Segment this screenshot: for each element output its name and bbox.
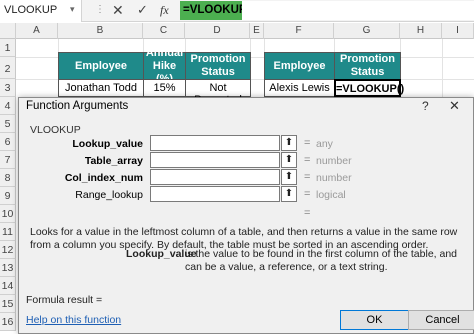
- column-header-c[interactable]: C: [143, 23, 185, 39]
- lookup-value-input[interactable]: [150, 135, 280, 151]
- table-array-input[interactable]: [150, 152, 280, 168]
- table-header-promotion-status-2[interactable]: Promotion Status: [334, 52, 401, 80]
- cancel-button[interactable]: Cancel: [408, 310, 474, 330]
- active-cell[interactable]: =VLOOKUP(): [334, 79, 404, 97]
- row-header-13[interactable]: 13: [0, 259, 16, 277]
- row-header-12[interactable]: 12: [0, 241, 16, 259]
- dialog-title: Function Arguments: [26, 100, 129, 112]
- row-header-10[interactable]: 10: [0, 205, 16, 223]
- row-header-4[interactable]: 4: [0, 97, 16, 115]
- arg-label-lookup-value: Lookup_value: [72, 138, 143, 150]
- column-header-b[interactable]: B: [58, 23, 143, 39]
- table-cell[interactable]: Jonathan Todd: [58, 79, 144, 97]
- equals-sign: =: [304, 188, 311, 200]
- arg-result: any: [316, 138, 333, 150]
- table-header-employee-2[interactable]: Employee: [264, 52, 335, 80]
- row-header-14[interactable]: 14: [0, 277, 16, 295]
- column-header-a[interactable]: A: [16, 23, 58, 39]
- range-lookup-input[interactable]: [150, 186, 280, 202]
- equals-sign: =: [304, 154, 311, 166]
- cancel-formula-button[interactable]: ✕: [112, 2, 124, 19]
- separator-dots-icon: ⋮: [95, 4, 105, 15]
- table-header-annual-hike[interactable]: Annual Hike (%): [143, 47, 186, 85]
- arg-result: logical: [316, 189, 346, 201]
- row-header-1[interactable]: 1: [0, 39, 16, 57]
- row-header-8[interactable]: 8: [0, 169, 16, 187]
- help-link[interactable]: Help on this function: [26, 314, 121, 326]
- column-header-e[interactable]: E: [250, 23, 264, 39]
- formula-input-area[interactable]: [242, 1, 474, 20]
- equals-sign: =: [304, 137, 311, 149]
- table-header-promotion-status[interactable]: Promotion Status: [185, 52, 251, 80]
- insert-function-button[interactable]: fx: [160, 3, 169, 18]
- arg-label-col-index-num: Col_index_num: [64, 172, 143, 184]
- formula-result: Formula result =: [26, 294, 103, 306]
- close-icon[interactable]: ✕: [449, 98, 460, 114]
- table-cell[interactable]: Alexis Lewis: [264, 79, 335, 97]
- enter-formula-button[interactable]: ✓: [137, 2, 148, 18]
- collapse-dialog-icon[interactable]: ⬆: [281, 169, 297, 185]
- row-header-3[interactable]: 3: [0, 79, 16, 97]
- row-header-5[interactable]: 5: [0, 115, 16, 133]
- formula-input[interactable]: =VLOOKUP(): [180, 1, 254, 20]
- column-header-g[interactable]: G: [334, 23, 400, 39]
- table-cell[interactable]: Not Promoted: [185, 79, 251, 106]
- row-header-7[interactable]: 7: [0, 151, 16, 169]
- arg-label-table-array: Table_array: [84, 155, 143, 167]
- function-name-label: VLOOKUP: [30, 124, 81, 136]
- column-header-f[interactable]: F: [264, 23, 334, 39]
- arg-description: is the value to be found in the first co…: [185, 248, 458, 273]
- arg-result: number: [316, 172, 352, 184]
- column-header-d[interactable]: D: [185, 23, 250, 39]
- col-index-num-input[interactable]: [150, 169, 280, 185]
- row-header-11[interactable]: 11: [0, 223, 16, 241]
- row-header-2[interactable]: 2: [0, 57, 16, 79]
- equals-sign: =: [304, 207, 311, 219]
- table-header-employee[interactable]: Employee: [58, 52, 144, 80]
- row-header-9[interactable]: 9: [0, 187, 16, 205]
- equals-sign: =: [304, 171, 311, 183]
- chevron-down-icon[interactable]: ▾: [70, 4, 75, 15]
- row-header-15[interactable]: 15: [0, 295, 16, 313]
- collapse-dialog-icon[interactable]: ⬆: [281, 186, 297, 202]
- column-header-i[interactable]: I: [442, 23, 474, 39]
- grid-line: [442, 39, 443, 99]
- collapse-dialog-icon[interactable]: ⬆: [281, 135, 297, 151]
- arg-label-range-lookup: Range_lookup: [75, 189, 143, 201]
- collapse-dialog-icon[interactable]: ⬆: [281, 152, 297, 168]
- help-icon[interactable]: ?: [422, 99, 429, 113]
- ok-button[interactable]: OK: [340, 310, 409, 330]
- column-header-h[interactable]: H: [400, 23, 442, 39]
- row-header-6[interactable]: 6: [0, 133, 16, 151]
- row-header-16[interactable]: 16: [0, 313, 16, 331]
- select-all-corner[interactable]: [0, 23, 16, 39]
- arg-result: number: [316, 155, 352, 167]
- table-cell[interactable]: 15%: [143, 79, 186, 97]
